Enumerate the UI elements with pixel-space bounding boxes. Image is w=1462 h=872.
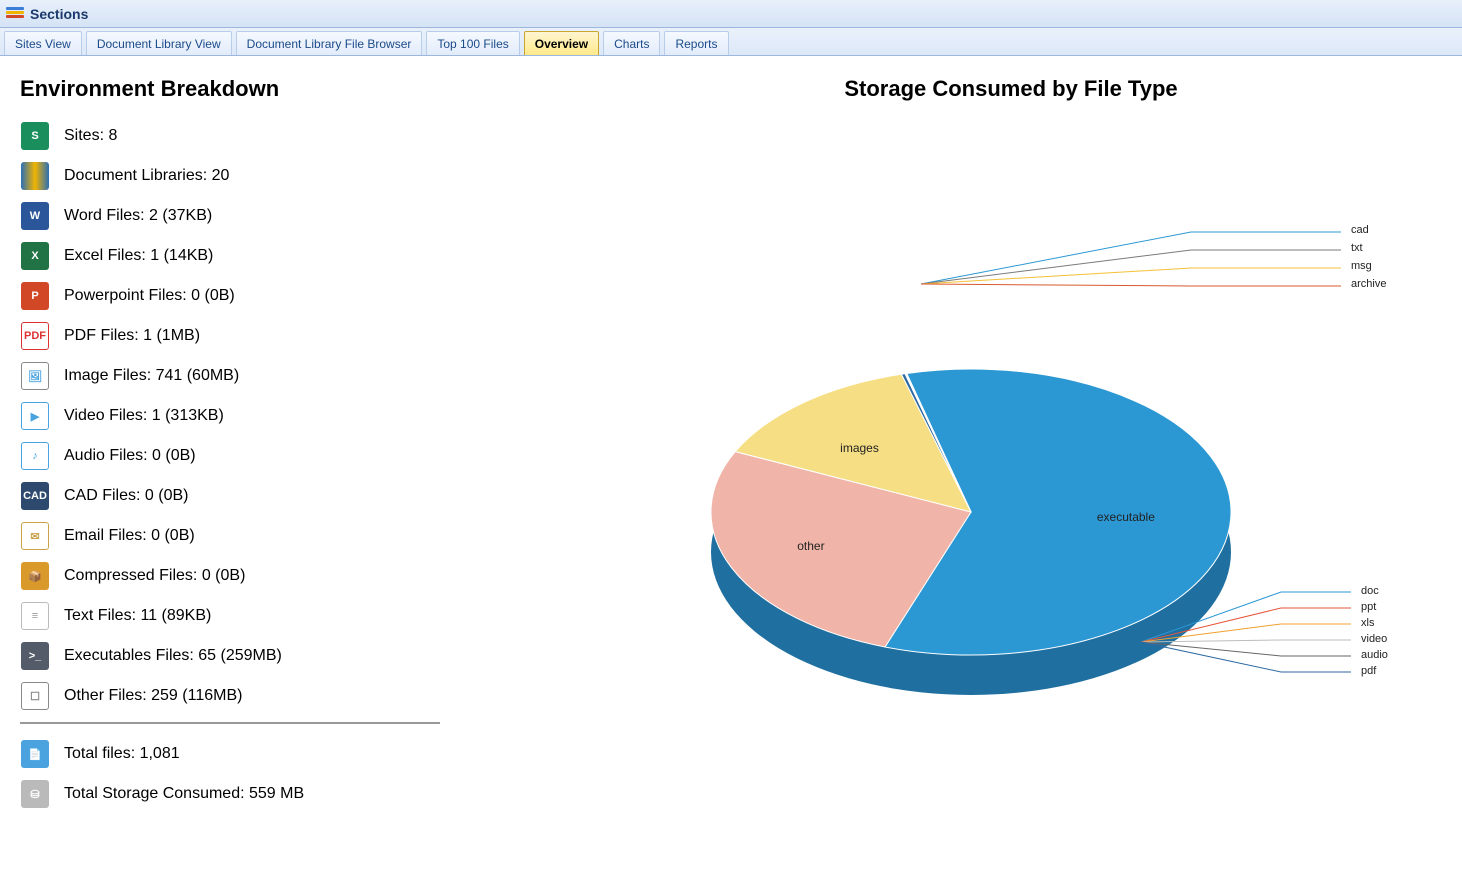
stat-text: Text Files: 11 (89KB)	[64, 607, 211, 625]
stat-row: Document Libraries: 20	[20, 156, 580, 196]
chart-title: Storage Consumed by File Type	[580, 76, 1442, 102]
stat-text: Other Files: 259 (116MB)	[64, 687, 242, 705]
stat-text: Total files: 1,081	[64, 745, 180, 763]
cad-icon: CAD	[20, 481, 50, 511]
leader-label-xls: xls	[1361, 617, 1374, 629]
tab-reports[interactable]: Reports	[664, 31, 728, 55]
video-icon: ▶	[20, 401, 50, 431]
storage-icon: ⛁	[20, 779, 50, 809]
content-area: Environment Breakdown S Sites: 8 Document …	[0, 56, 1462, 824]
stat-row: PDF PDF Files: 1 (1MB)	[20, 316, 580, 356]
archive-icon: 📦	[20, 561, 50, 591]
stat-row: ≡ Text Files: 11 (89KB)	[20, 596, 580, 636]
stat-text: Document Libraries: 20	[64, 167, 229, 185]
stat-text: Sites: 8	[64, 127, 117, 145]
image-icon: 🖼	[20, 361, 50, 391]
stat-row: CAD CAD Files: 0 (0B)	[20, 476, 580, 516]
tab-charts[interactable]: Charts	[603, 31, 660, 55]
stat-row: 📦 Compressed Files: 0 (0B)	[20, 556, 580, 596]
powerpoint-icon: P	[20, 281, 50, 311]
tab-overview[interactable]: Overview	[524, 31, 599, 55]
text-icon: ≡	[20, 601, 50, 631]
stat-row: >_ Executables Files: 65 (259MB)	[20, 636, 580, 676]
exe-icon: >_	[20, 641, 50, 671]
sharepoint-icon: S	[20, 121, 50, 151]
stat-row: S Sites: 8	[20, 116, 580, 156]
window-header: Sections	[0, 0, 1462, 28]
stat-row: 📄 Total files: 1,081	[20, 734, 580, 774]
separator	[20, 722, 440, 724]
stat-text: PDF Files: 1 (1MB)	[64, 327, 200, 345]
word-icon: W	[20, 201, 50, 231]
stat-row: ☐ Other Files: 259 (116MB)	[20, 676, 580, 716]
leader-label-pdf: pdf	[1361, 665, 1376, 677]
pie-chart: executableotherimagescadtxtmsgarchivedoc…	[631, 122, 1391, 762]
pie-svg	[671, 232, 1311, 872]
stat-row: X Excel Files: 1 (14KB)	[20, 236, 580, 276]
stat-text: Audio Files: 0 (0B)	[64, 447, 196, 465]
leader-label-cad: cad	[1351, 224, 1369, 236]
stat-text: Email Files: 0 (0B)	[64, 527, 195, 545]
stat-row: ▶ Video Files: 1 (313KB)	[20, 396, 580, 436]
stat-row: ♪ Audio Files: 0 (0B)	[20, 436, 580, 476]
library-icon	[20, 161, 50, 191]
tab-sites-view[interactable]: Sites View	[4, 31, 82, 55]
pdf-icon: PDF	[20, 321, 50, 351]
email-icon: ✉	[20, 521, 50, 551]
app-icon	[6, 7, 24, 21]
stat-row: 🖼 Image Files: 741 (60MB)	[20, 356, 580, 396]
leader-label-txt: txt	[1351, 242, 1363, 254]
stat-text: Executables Files: 65 (259MB)	[64, 647, 282, 665]
tab-top-100-files[interactable]: Top 100 Files	[426, 31, 519, 55]
chart-panel: Storage Consumed by File Type executable…	[580, 76, 1442, 814]
stat-row: P Powerpoint Files: 0 (0B)	[20, 276, 580, 316]
window-title: Sections	[30, 6, 88, 22]
files-icon: 📄	[20, 739, 50, 769]
environment-breakdown-panel: Environment Breakdown S Sites: 8 Document …	[20, 76, 580, 814]
breakdown-title: Environment Breakdown	[20, 76, 580, 102]
tab-bar: Sites ViewDocument Library ViewDocument …	[0, 28, 1462, 56]
other-icon: ☐	[20, 681, 50, 711]
audio-icon: ♪	[20, 441, 50, 471]
stat-row: ✉ Email Files: 0 (0B)	[20, 516, 580, 556]
stat-text: Word Files: 2 (37KB)	[64, 207, 212, 225]
stat-text: Excel Files: 1 (14KB)	[64, 247, 213, 265]
leader-label-video: video	[1361, 633, 1387, 645]
stat-text: Video Files: 1 (313KB)	[64, 407, 224, 425]
stat-row: W Word Files: 2 (37KB)	[20, 196, 580, 236]
leader-label-audio: audio	[1361, 649, 1388, 661]
stat-text: Powerpoint Files: 0 (0B)	[64, 287, 235, 305]
stat-text: CAD Files: 0 (0B)	[64, 487, 188, 505]
stat-text: Image Files: 741 (60MB)	[64, 367, 239, 385]
leader-label-ppt: ppt	[1361, 601, 1376, 613]
tab-document-library-file-browser[interactable]: Document Library File Browser	[236, 31, 423, 55]
leader-label-doc: doc	[1361, 585, 1379, 597]
leader-label-archive: archive	[1351, 278, 1386, 290]
tab-document-library-view[interactable]: Document Library View	[86, 31, 232, 55]
stat-text: Total Storage Consumed: 559 MB	[64, 785, 304, 803]
leader-label-msg: msg	[1351, 260, 1372, 272]
stat-row: ⛁ Total Storage Consumed: 559 MB	[20, 774, 580, 814]
stat-text: Compressed Files: 0 (0B)	[64, 567, 245, 585]
excel-icon: X	[20, 241, 50, 271]
